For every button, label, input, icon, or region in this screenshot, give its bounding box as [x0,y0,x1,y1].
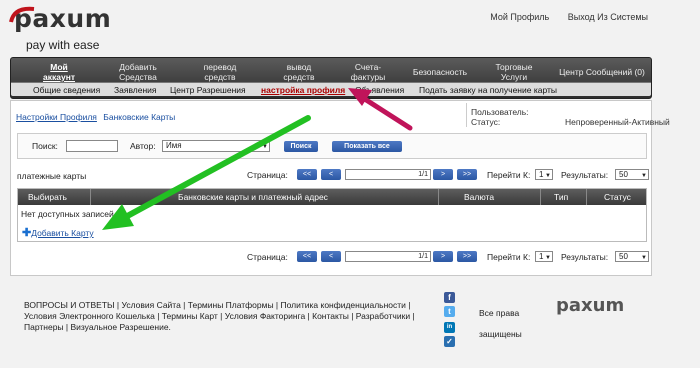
blog-icon[interactable]: ✓ [444,336,455,347]
results-select[interactable]: 50 ▼ [615,251,649,262]
first-page-button[interactable]: << [297,251,317,262]
nav-item-merchant[interactable]: Торговые Услуги [487,62,541,82]
search-label: Поиск: [32,141,58,151]
page-input[interactable]: 1/1 [345,251,431,262]
add-card-link[interactable]: ✚Добавить Карту [22,226,94,239]
add-card-label[interactable]: Добавить Карту [31,228,93,238]
paxum-logo[interactable]: paxum [9,4,111,33]
header: paxum pay with ease Мой Профиль Выход Из… [0,0,700,58]
page-label: Страница: [247,170,288,180]
goto-select-value: 1 [539,252,544,261]
breadcrumb-current: Банковские Карты [103,112,176,122]
next-page-button[interactable]: > [433,169,453,180]
author-select-value: Имя [166,141,182,150]
nav-item-withdraw[interactable]: вывод средств [277,62,321,82]
rights-line-1: Все права [479,308,520,318]
facebook-icon[interactable]: f [444,292,455,303]
twitter-icon[interactable]: t [444,306,455,317]
nav-item-transfer[interactable]: перевод средств [197,62,243,82]
next-page-button[interactable]: > [433,251,453,262]
results-select[interactable]: 50 ▼ [615,169,649,180]
no-records-text: Нет доступных записей [21,209,114,219]
search-input[interactable] [66,140,118,152]
sub-item-statements[interactable]: Заявления [114,85,157,95]
author-label: Автор: [130,141,156,151]
col-divider [438,189,439,205]
col-divider [540,189,541,205]
my-profile-link[interactable]: Мой Профиль [490,12,549,22]
cards-table: Выбирать Банковские карты и платежный ад… [17,188,647,242]
main-nav: Мой аккаунт Добавить Средства перевод ср… [10,57,652,99]
prev-page-button[interactable]: < [321,251,341,262]
results-arrow-icon: ▼ [641,255,647,261]
sub-item-card-application[interactable]: Подать заявку на получение карты [419,85,557,95]
last-page-button[interactable]: >> [457,169,477,180]
results-label: Результаты: [561,170,609,180]
logout-link[interactable]: Выход Из Системы [568,12,648,22]
goto-select[interactable]: 1 ▼ [535,251,553,262]
footer-logo: paxum [556,295,625,316]
breadcrumb-profile-settings[interactable]: Настройки Профиля [16,112,97,122]
status-value: Непроверенный-Активный [565,117,670,127]
goto-label: Перейти К: [487,252,531,262]
tagline: pay with ease [26,38,100,52]
col-type[interactable]: Тип [554,192,568,202]
col-cards[interactable]: Банковские карты и платежный адрес [178,192,328,202]
sub-item-profile-settings[interactable]: настройка профиля [261,85,345,95]
page-label: Страница: [247,252,288,262]
nav-item-invoices[interactable]: Счета-фактуры [345,62,391,82]
top-links: Мой Профиль Выход Из Системы [474,12,648,22]
plus-icon: ✚ [22,227,32,239]
goto-select[interactable]: 1 ▼ [535,169,553,180]
first-page-button[interactable]: << [297,169,317,180]
status-label: Статус: [471,117,501,127]
author-select[interactable]: Имя ▼ [162,140,270,152]
col-divider [586,189,587,205]
user-info: Пользователь: Статус: Непроверенный-Акти… [471,107,670,127]
linkedin-icon[interactable]: in [444,322,455,333]
search-panel: Поиск: Автор: Имя ▼ Поиск Показать все [17,133,647,159]
sub-item-resolution-center[interactable]: Центр Разрешения [170,85,246,95]
page-input[interactable]: 1/1 [345,169,431,180]
col-divider [90,189,91,205]
rights-line-2: защищены [479,329,522,339]
select-arrow-icon: ▼ [262,144,268,150]
breadcrumb: Настройки Профиля Банковские Карты [16,112,175,122]
main-content: Настройки Профиля Банковские Карты Польз… [10,100,670,276]
results-select-value: 50 [619,170,628,179]
goto-arrow-icon: ▼ [545,255,551,261]
sub-item-overview[interactable]: Общие сведения [33,85,100,95]
results-arrow-icon: ▼ [641,173,647,179]
sub-item-announcements[interactable]: Объявления [355,85,404,95]
pager-top: Страница: << < 1/1 > >> Перейти К: 1 ▼ Р… [247,169,649,181]
col-currency[interactable]: Валюта [464,192,494,202]
nav-secondary: Общие сведения Заявления Центр Разрешени… [11,82,651,96]
nav-primary: Мой аккаунт Добавить Средства перевод ср… [11,62,651,82]
nav-item-message-center[interactable]: Центр Сообщений (0) [555,67,649,77]
user-label: Пользователь: [471,107,529,117]
prev-page-button[interactable]: < [321,169,341,180]
goto-select-value: 1 [539,170,544,179]
logo-arc-icon [9,6,35,23]
nav-item-security[interactable]: Безопасность [408,67,472,77]
section-title: платежные карты [17,171,87,181]
nav-item-add-funds[interactable]: Добавить Средства [111,62,165,82]
table-header: Выбирать Банковские карты и платежный ад… [18,189,646,205]
goto-label: Перейти К: [487,170,531,180]
col-status[interactable]: Статус [604,192,631,202]
nav-item-my-account[interactable]: Мой аккаунт [37,62,81,82]
footer-links[interactable]: ВОПРОСЫ И ОТВЕТЫ | Условия Сайта | Терми… [24,300,439,333]
col-select[interactable]: Выбирать [28,192,67,202]
show-all-button[interactable]: Показать все [332,141,402,152]
results-label: Результаты: [561,252,609,262]
goto-arrow-icon: ▼ [545,173,551,179]
pager-bottom: Страница: << < 1/1 > >> Перейти К: 1 ▼ Р… [247,251,649,263]
results-select-value: 50 [619,252,628,261]
copyright: Все права защищены [479,303,522,345]
divider [466,103,467,127]
search-button[interactable]: Поиск [284,141,318,152]
last-page-button[interactable]: >> [457,251,477,262]
